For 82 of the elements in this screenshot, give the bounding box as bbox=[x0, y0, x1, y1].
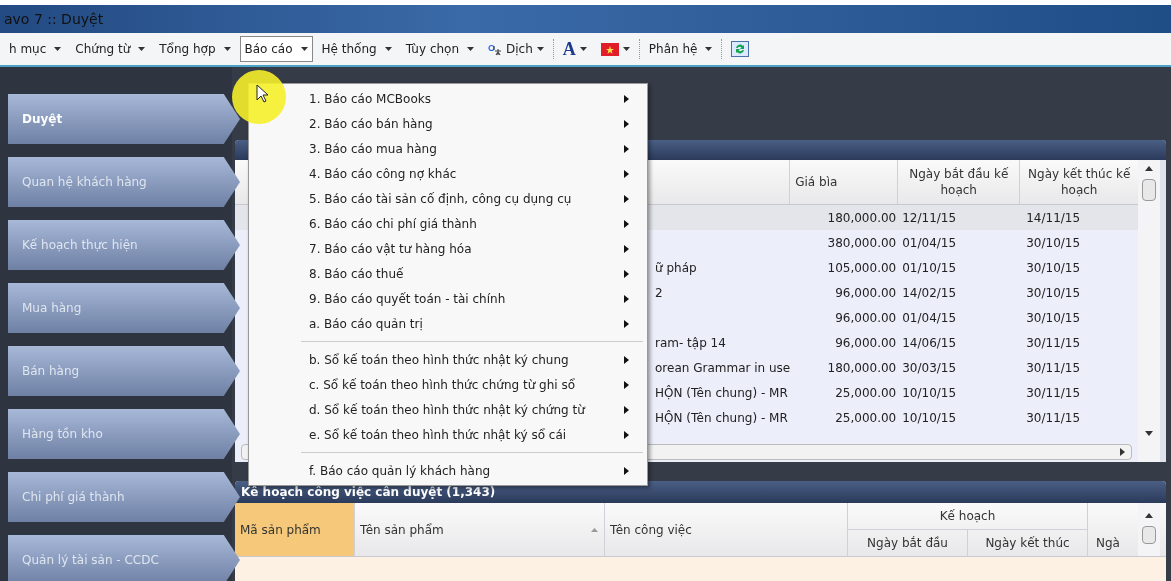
scroll-up-icon bbox=[1145, 513, 1154, 518]
menu-item[interactable]: 4. Báo cáo công nợ khác bbox=[301, 161, 647, 186]
table-cell: 30/10/15 bbox=[1026, 235, 1081, 250]
caret-icon bbox=[467, 47, 475, 51]
column-header[interactable]: Ngày kết thúc kế hoạch bbox=[1020, 160, 1139, 204]
column-group-header: Kế hoạch bbox=[848, 503, 1087, 530]
translate-icon bbox=[488, 42, 503, 56]
table-cell-text: 96,000.00 bbox=[835, 309, 897, 327]
table-cell: 14/06/15 bbox=[902, 335, 957, 350]
column-header[interactable]: Mã sản phẩm bbox=[235, 503, 355, 556]
scroll-up-icon bbox=[1145, 166, 1154, 171]
table-cell: 12/11/15 bbox=[902, 210, 957, 225]
flag-icon bbox=[600, 42, 619, 56]
table-cell-text: 25,000.00 bbox=[835, 409, 897, 427]
table-cell: 30/11/15 bbox=[1026, 360, 1081, 375]
column-header[interactable]: Tên công việc bbox=[605, 503, 848, 556]
table-cell: 30/11/15 bbox=[1026, 385, 1081, 400]
table-cell-text: 380,000.00 bbox=[827, 234, 897, 252]
scroll-thumb[interactable] bbox=[1142, 526, 1157, 544]
caret-icon bbox=[536, 47, 544, 51]
menu-button[interactable]: Tổng hợp bbox=[154, 36, 236, 62]
table-cell-text: 96,000.00 bbox=[835, 334, 897, 352]
table-cell: HỘN (Tên chung) - MR bbox=[655, 385, 788, 400]
caret-icon bbox=[579, 47, 587, 51]
column-header[interactable]: Ngà bbox=[1096, 534, 1120, 552]
table-cell: 30/11/15 bbox=[1026, 410, 1081, 425]
column-header[interactable]: Ngày bắt đầu kế hoạch bbox=[898, 160, 1021, 204]
column-header[interactable]: Giá bìa bbox=[790, 160, 899, 204]
refresh-icon bbox=[731, 41, 750, 57]
table-cell: HỘN (Tên chung) - MR bbox=[655, 410, 788, 425]
table-cell: 10/10/15 bbox=[902, 410, 957, 425]
vertical-scrollbar[interactable] bbox=[1138, 160, 1161, 462]
table-cell-text: 180,000.00 bbox=[827, 209, 897, 227]
caret-icon bbox=[300, 47, 308, 51]
mouse-pointer-icon bbox=[256, 84, 269, 103]
menu-button[interactable]: Hệ thống bbox=[316, 36, 397, 62]
menu-item[interactable]: 3. Báo cáo mua hàng bbox=[301, 136, 647, 161]
scroll-right-icon bbox=[1120, 448, 1126, 456]
sort-icon bbox=[591, 527, 598, 532]
table-cell: 01/04/15 bbox=[902, 310, 957, 325]
table-cell-text: 96,000.00 bbox=[835, 284, 897, 302]
scroll-down-icon bbox=[1145, 431, 1154, 436]
caret-icon bbox=[705, 47, 713, 51]
table-cell: 10/10/15 bbox=[902, 385, 957, 400]
table-cell: 30/10/15 bbox=[1026, 310, 1081, 325]
menu-button[interactable]: Báo cáo bbox=[239, 36, 313, 62]
column-header[interactable]: Tên sản phẩm bbox=[355, 503, 605, 556]
menu-button[interactable]: Chứng từ bbox=[70, 36, 151, 62]
table-cell: ữ pháp bbox=[655, 260, 697, 275]
vertical-scrollbar[interactable] bbox=[1138, 503, 1161, 556]
caret-icon bbox=[384, 47, 392, 51]
table-cell: 2 bbox=[655, 285, 663, 300]
table-cell: 14/11/15 bbox=[1026, 210, 1081, 225]
menu-item[interactable]: 2. Báo cáo bán hàng bbox=[301, 111, 647, 136]
menu-button[interactable]: Phân hệ bbox=[643, 36, 718, 62]
table-cell: ram- tập 14 bbox=[655, 335, 726, 350]
table-cell: 30/03/15 bbox=[902, 360, 957, 375]
column-header[interactable]: Ngày bắt đầu bbox=[848, 530, 968, 556]
table-cell: 30/11/15 bbox=[1026, 335, 1081, 350]
panel-title: Kế hoạch công việc cần duyệt (1,343) bbox=[241, 484, 496, 501]
caret-icon bbox=[622, 47, 630, 51]
table-cell: 01/10/15 bbox=[902, 260, 957, 275]
table-cell: orean Grammar in use bbox=[655, 360, 791, 375]
menu-item[interactable]: f. Báo cáo quản lý khách hàng bbox=[301, 458, 647, 483]
scroll-thumb[interactable] bbox=[1142, 179, 1157, 201]
caret-icon bbox=[223, 47, 231, 51]
table-cell: 14/02/15 bbox=[902, 285, 957, 300]
window-title: avo 7 :: Duyệt bbox=[4, 9, 104, 29]
caret-icon bbox=[138, 47, 146, 51]
table-cell-text: 25,000.00 bbox=[835, 384, 897, 402]
translate-button[interactable]: Dịch bbox=[483, 36, 549, 62]
menu-item[interactable]: 1. Báo cáo MCBooks bbox=[301, 86, 647, 111]
table-cell-text: 105,000.00 bbox=[827, 259, 897, 277]
table-cell-text: 180,000.00 bbox=[827, 359, 897, 377]
font-color-button[interactable]: A bbox=[557, 36, 592, 62]
column-header[interactable]: Ngày kết thúc bbox=[968, 530, 1087, 556]
caret-icon bbox=[54, 47, 62, 51]
menu-button[interactable]: Tùy chọn bbox=[400, 36, 480, 62]
table-cell: 30/10/15 bbox=[1026, 260, 1081, 275]
table-cell: 30/10/15 bbox=[1026, 285, 1081, 300]
table-cell: 01/04/15 bbox=[902, 235, 957, 250]
menu-button[interactable]: h mục bbox=[4, 36, 67, 62]
